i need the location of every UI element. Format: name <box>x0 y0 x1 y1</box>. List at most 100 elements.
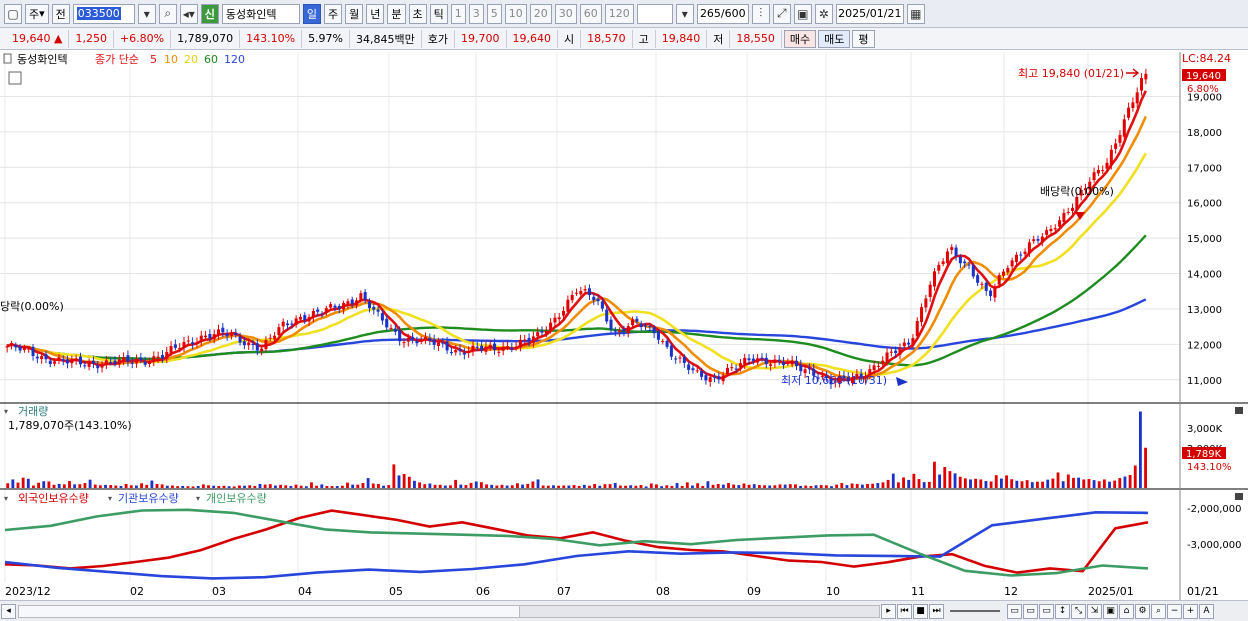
candle-body <box>406 337 410 342</box>
period-month[interactable]: 월 <box>345 3 364 24</box>
interval-20[interactable]: 20 <box>529 3 552 24</box>
magnifier-icon[interactable]: ⌕ <box>1151 603 1166 619</box>
last-page-icon[interactable]: ⏭ <box>929 603 944 619</box>
legend-foreign[interactable]: 외국인보유수량 <box>18 492 89 505</box>
zoom-slider[interactable] <box>950 610 1000 612</box>
candle-body <box>225 333 229 337</box>
volume-bar <box>73 484 77 488</box>
window-icon[interactable]: ▢ <box>4 3 22 24</box>
scroll-thumb[interactable] <box>519 605 879 617</box>
buy-button[interactable]: 매수 <box>783 29 817 48</box>
legend-ma120[interactable]: 120 <box>224 53 245 66</box>
candle-body <box>169 346 173 353</box>
period-year[interactable]: 년 <box>366 3 385 24</box>
table-toggle-icon[interactable] <box>8 71 22 85</box>
volume-bar <box>1082 479 1086 488</box>
legend-ma10[interactable]: 10 <box>164 53 178 66</box>
draw-tool-icon[interactable]: ⤢ <box>772 3 791 24</box>
legend-individual[interactable]: 개인보유수량 <box>206 492 267 505</box>
volume-bar <box>454 479 458 488</box>
avg-button[interactable]: 평 <box>852 29 875 48</box>
volume-bar <box>165 485 169 488</box>
speaker-icon[interactable]: ◂▾ <box>179 3 198 24</box>
scroll-right-icon[interactable]: ▸ <box>881 603 896 619</box>
save-icon[interactable]: ▣ <box>793 3 812 24</box>
candle-body <box>156 356 160 358</box>
period-day[interactable]: 일 <box>302 3 322 24</box>
interval-120[interactable]: 120 <box>604 3 634 24</box>
candle-body <box>359 293 363 301</box>
interval-5[interactable]: 5 <box>486 3 502 24</box>
volume-bar <box>171 485 174 488</box>
sell-button[interactable]: 매도 <box>818 29 851 48</box>
interval-30[interactable]: 30 <box>554 3 577 24</box>
interval-custom-select[interactable] <box>636 3 673 24</box>
tool-icon-7[interactable]: ▣ <box>1103 603 1118 619</box>
interval-60[interactable]: 60 <box>579 3 602 24</box>
foreign-collapse-icon[interactable]: ▾ <box>4 494 8 503</box>
period-week[interactable]: 주 <box>324 3 343 24</box>
date-field[interactable]: 2025/01/21 <box>835 3 904 24</box>
candle-body <box>786 363 790 365</box>
interval-dropdown-icon[interactable]: ▾ <box>675 3 694 24</box>
search-icon[interactable]: ⌕ <box>158 3 177 24</box>
candle-body <box>122 357 126 361</box>
volume-bar <box>1118 478 1122 488</box>
volume-collapse-icon[interactable]: ▾ <box>4 407 8 416</box>
candle-body <box>380 313 384 321</box>
x-tick-label: 11 <box>911 585 925 598</box>
tool-icon-9[interactable]: ⚙ <box>1135 603 1150 619</box>
count-field[interactable]: 265/600 <box>696 3 749 24</box>
zoom-in-icon[interactable]: + <box>1183 603 1198 619</box>
zoom-out-icon[interactable]: − <box>1167 603 1182 619</box>
individual-collapse-icon[interactable]: ▾ <box>196 494 200 503</box>
legend-stock-name[interactable]: 동성화인텍 <box>17 53 68 66</box>
tool-icon-8[interactable]: ⌂ <box>1119 603 1134 619</box>
unit-select[interactable]: 주 ▾ <box>25 3 49 24</box>
candle-body <box>273 335 277 340</box>
tool-icon-6[interactable]: ⇲ <box>1087 603 1102 619</box>
volume-title[interactable]: 거래량 <box>18 405 48 418</box>
stock-chart[interactable]: 19,00018,00017,00016,00015,00014,00013,0… <box>0 52 1248 600</box>
candle-body <box>1001 271 1006 276</box>
interval-3[interactable]: 3 <box>468 3 484 24</box>
scroll-track[interactable] <box>18 604 880 618</box>
font-size-icon[interactable]: A <box>1199 603 1214 619</box>
calendar-icon[interactable]: ▦ <box>906 3 925 24</box>
first-page-icon[interactable]: ⏮ <box>897 603 912 619</box>
legend-ma20[interactable]: 20 <box>184 53 198 66</box>
legend-institution[interactable]: 기관보유수량 <box>118 492 179 505</box>
candle-body <box>462 352 466 355</box>
gear-icon[interactable]: ✲ <box>814 3 833 24</box>
volume-bar <box>1138 411 1142 488</box>
candle-body <box>941 261 945 265</box>
tool-icon-2[interactable]: ▭ <box>1023 603 1038 619</box>
tool-icon-5[interactable]: ⤡ <box>1071 603 1086 619</box>
interval-10[interactable]: 10 <box>504 3 527 24</box>
stop-icon[interactable]: ■ <box>913 603 928 619</box>
tool-icon-4[interactable]: ↕ <box>1055 603 1070 619</box>
interval-1[interactable]: 1 <box>450 3 466 24</box>
quote-bar: 19,640 ▲ 1,250 +6.80% 1,789,070 143.10% … <box>0 28 1248 50</box>
chart-type-icon[interactable]: ⫶ <box>751 3 770 24</box>
candle-body <box>695 370 699 372</box>
scroll-left-icon[interactable]: ◂ <box>1 603 16 619</box>
legend-ma5[interactable]: 5 <box>150 53 157 66</box>
legend-ma60[interactable]: 60 <box>204 53 218 66</box>
period-second[interactable]: 초 <box>408 3 427 24</box>
volume-bar <box>443 485 447 488</box>
tool-icon-1[interactable]: ▭ <box>1007 603 1022 619</box>
volume-panel-close-icon[interactable] <box>1235 407 1243 414</box>
volume-bar <box>78 484 82 488</box>
legend-ma-label[interactable]: 종가 단순 <box>95 53 139 66</box>
holdings-panel-close-icon[interactable] <box>1235 493 1243 500</box>
institution-collapse-icon[interactable]: ▾ <box>108 494 112 503</box>
volume-bar <box>969 479 972 488</box>
period-tick[interactable]: 틱 <box>429 3 448 24</box>
mode-button[interactable]: 전 <box>51 3 70 24</box>
period-minute[interactable]: 분 <box>387 3 406 24</box>
code-input[interactable]: 033500 <box>72 3 135 24</box>
dropdown-icon[interactable]: ▾ <box>137 3 156 24</box>
tool-icon-3[interactable]: ▭ <box>1039 603 1054 619</box>
candle-body <box>885 352 889 363</box>
